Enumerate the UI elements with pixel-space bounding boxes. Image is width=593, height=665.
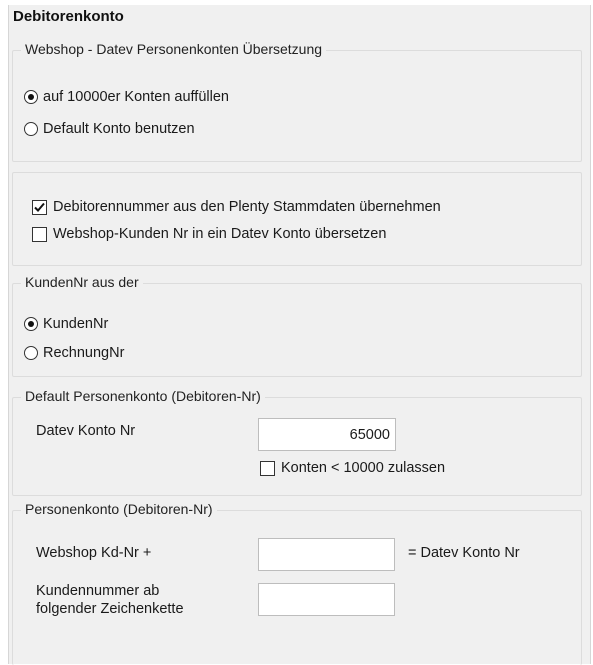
group-legend: Webshop - Datev Personenkonten Übersetzu… xyxy=(21,41,327,57)
radio-button[interactable] xyxy=(24,346,38,360)
group-legend: Personenkonto (Debitoren-Nr) xyxy=(21,501,217,517)
checkbox-allow-below-10000[interactable]: Konten < 10000 zulassen xyxy=(260,460,445,476)
checkbox[interactable] xyxy=(32,226,47,242)
datev-konto-label: Datev Konto Nr xyxy=(36,423,136,439)
webshop-kdnr-input[interactable] xyxy=(258,538,395,571)
kundennummer-label-line2: folgender Zeichenkette xyxy=(36,601,184,617)
group-legend: KundenNr aus der xyxy=(21,274,143,290)
kundennummer-input[interactable] xyxy=(258,583,395,616)
checkbox[interactable] xyxy=(260,460,275,476)
checkbox-checked[interactable] xyxy=(32,199,47,215)
kundennummer-label-line1: Kundennummer ab xyxy=(36,583,160,599)
radio-label: auf 10000er Konten auffüllen xyxy=(43,89,229,105)
radio-label: Default Konto benutzen xyxy=(43,121,195,137)
radio-rechnungnr[interactable]: RechnungNr xyxy=(24,345,124,361)
radio-label: KundenNr xyxy=(43,316,109,332)
checkbox-label: Konten < 10000 zulassen xyxy=(281,460,446,476)
checkbox-label: Webshop-Kunden Nr in ein Datev Konto übe… xyxy=(53,226,387,242)
group-account-translation: Webshop - Datev Personenkonten Übersetzu… xyxy=(12,41,582,162)
radio-label: RechnungNr xyxy=(43,345,125,361)
radio-fill-10000[interactable]: auf 10000er Konten auffüllen xyxy=(24,89,229,105)
radio-kundennr[interactable]: KundenNr xyxy=(24,316,108,332)
datev-konto-suffix: = Datev Konto Nr xyxy=(408,545,520,561)
radio-button[interactable] xyxy=(24,122,38,136)
group-debitor-options xyxy=(12,172,582,266)
webshop-kdnr-label: Webshop Kd-Nr + xyxy=(36,545,152,561)
radio-default-account[interactable]: Default Konto benutzen xyxy=(24,121,195,137)
checkmark-icon xyxy=(34,202,45,212)
datev-konto-input[interactable]: 65000 xyxy=(258,418,396,451)
checkbox-plenty-debitor[interactable]: Debitorennummer aus den Plenty Stammdate… xyxy=(32,199,441,215)
group-legend: Default Personenkonto (Debitoren-Nr) xyxy=(21,388,265,404)
checkbox-translate-customer[interactable]: Webshop-Kunden Nr in ein Datev Konto übe… xyxy=(32,226,386,242)
radio-button-checked[interactable] xyxy=(24,90,38,104)
radio-button-checked[interactable] xyxy=(24,317,38,331)
page-title: Debitorenkonto xyxy=(13,8,124,25)
checkbox-label: Debitorennummer aus den Plenty Stammdate… xyxy=(53,199,441,215)
